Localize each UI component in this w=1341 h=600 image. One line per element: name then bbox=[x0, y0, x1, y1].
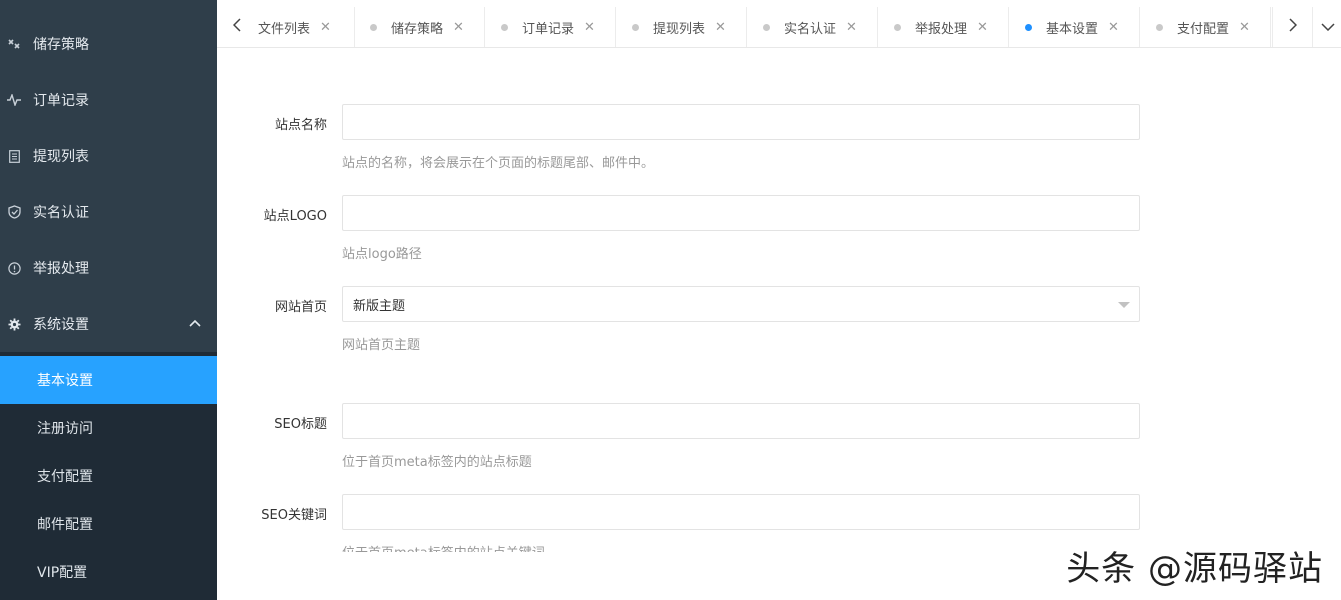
close-icon[interactable]: ✕ bbox=[715, 20, 726, 35]
sidebar-item-label: 提现列表 bbox=[33, 149, 89, 165]
tabs-scroll-left-button[interactable] bbox=[217, 7, 257, 47]
chevron-right-icon bbox=[1288, 18, 1297, 36]
seo-keywords-input[interactable] bbox=[342, 494, 1140, 530]
tab-label: 支付配置 bbox=[1177, 21, 1230, 37]
chevron-left-icon bbox=[232, 18, 241, 36]
home-page-select[interactable]: 新版主题 bbox=[342, 286, 1140, 322]
seo-keywords-help: 位于首页meta标签内的站点关键词 bbox=[342, 542, 742, 552]
seo-title-help: 位于首页meta标签内的站点标题 bbox=[342, 455, 532, 470]
sidebar-item-storage-strategy[interactable]: 储存策略 bbox=[0, 16, 217, 72]
seo-keywords-help-clip: 位于首页meta标签内的站点关键词 bbox=[342, 540, 742, 552]
tab-label: 举报处理 bbox=[915, 21, 968, 37]
tab-reports[interactable]: 举报处理 ✕ bbox=[879, 7, 1009, 47]
submenu-item-mail-config[interactable]: 邮件配置 bbox=[0, 500, 217, 548]
site-logo-input[interactable] bbox=[342, 195, 1140, 231]
system-settings-submenu: 基本设置 注册访问 支付配置 邮件配置 VIP配置 bbox=[0, 352, 217, 600]
tab-dot bbox=[1156, 23, 1163, 31]
home-page-help: 网站首页主题 bbox=[342, 338, 421, 353]
sidebar-item-label: 举报处理 bbox=[33, 261, 89, 277]
close-icon[interactable]: ✕ bbox=[1108, 20, 1119, 35]
chevron-up-icon bbox=[189, 315, 201, 331]
submenu-item-basic-settings[interactable]: 基本设置 bbox=[0, 356, 217, 404]
sidebar-item-verification[interactable]: 实名认证 bbox=[0, 184, 217, 240]
submenu-item-label: 注册访问 bbox=[37, 421, 93, 437]
sidebar-item-system-settings[interactable]: 系统设置 bbox=[0, 296, 217, 352]
site-name-input[interactable] bbox=[342, 104, 1140, 140]
tab-bar: 文件列表 ✕ 储存策略 ✕ 订单记录 ✕ 提现列表 ✕ 实名认证 ✕ 举报处理 … bbox=[217, 0, 1341, 48]
clipboard-icon bbox=[7, 149, 21, 163]
submenu-item-label: VIP配置 bbox=[37, 565, 88, 581]
close-icon[interactable]: ✕ bbox=[977, 20, 988, 35]
tab-withdrawals[interactable]: 提现列表 ✕ bbox=[617, 7, 747, 47]
tab-dot bbox=[894, 23, 901, 31]
sidebar-item-withdrawals[interactable]: 提现列表 bbox=[0, 128, 217, 184]
tab-orders[interactable]: 订单记录 ✕ bbox=[486, 7, 616, 47]
sidebar-item-label: 储存策略 bbox=[33, 37, 89, 53]
close-icon[interactable]: ✕ bbox=[1239, 20, 1250, 35]
gear-icon bbox=[7, 317, 21, 331]
close-icon[interactable]: ✕ bbox=[846, 20, 857, 35]
close-icon[interactable]: ✕ bbox=[453, 20, 464, 35]
info-circle-icon bbox=[7, 261, 21, 275]
watermark: 头条 @源码驿站 bbox=[1066, 549, 1323, 589]
site-name-help: 站点的名称，将会展示在个页面的标题尾部、邮件中。 bbox=[342, 156, 655, 171]
close-icon[interactable]: ✕ bbox=[584, 20, 595, 35]
site-logo-help: 站点logo路径 bbox=[342, 247, 422, 262]
tab-label: 提现列表 bbox=[653, 21, 706, 37]
tab-dot bbox=[632, 23, 639, 31]
tab-verification[interactable]: 实名认证 ✕ bbox=[748, 7, 878, 47]
chevron-down-icon bbox=[1321, 20, 1335, 35]
tab-label: 储存策略 bbox=[391, 21, 444, 37]
home-page-label: 网站首页 bbox=[274, 300, 327, 315]
tab-file-list[interactable]: 文件列表 ✕ bbox=[258, 7, 355, 47]
submenu-item-payment-config[interactable]: 支付配置 bbox=[0, 452, 217, 500]
tab-label: 实名认证 bbox=[784, 21, 837, 37]
close-icon[interactable]: ✕ bbox=[320, 20, 331, 35]
caret-down-icon bbox=[1118, 302, 1130, 308]
submenu-item-register-access[interactable]: 注册访问 bbox=[0, 404, 217, 452]
seo-title-label: SEO标题 bbox=[274, 417, 327, 432]
tabs-scroll-right-button[interactable] bbox=[1272, 7, 1312, 47]
storage-strategy-icon bbox=[7, 37, 21, 51]
submenu-item-label: 支付配置 bbox=[37, 469, 93, 485]
tab-dot bbox=[1025, 23, 1032, 31]
tab-label: 订单记录 bbox=[522, 21, 575, 37]
site-name-label: 站点名称 bbox=[274, 118, 327, 133]
tab-payment-config[interactable]: 支付配置 ✕ bbox=[1141, 7, 1271, 47]
tab-storage-strategy[interactable]: 储存策略 ✕ bbox=[355, 7, 485, 47]
seo-keywords-label: SEO关键词 bbox=[261, 508, 327, 523]
shield-check-icon bbox=[7, 205, 21, 219]
tab-basic-settings[interactable]: 基本设置 ✕ bbox=[1010, 7, 1140, 47]
site-logo-label: 站点LOGO bbox=[263, 209, 327, 224]
submenu-item-label: 基本设置 bbox=[37, 373, 93, 389]
home-page-selected-value: 新版主题 bbox=[353, 298, 406, 314]
pulse-icon bbox=[7, 93, 21, 107]
sidebar: 储存策略 订单记录 提现列表 实名认证 举报处理 系统设置 基本设置 注册访问 … bbox=[0, 0, 217, 600]
tab-dot bbox=[370, 23, 377, 31]
tabs-more-button[interactable] bbox=[1312, 7, 1341, 47]
tab-label: 基本设置 bbox=[1046, 21, 1099, 37]
tab-label: 文件列表 bbox=[258, 21, 311, 37]
tab-dot bbox=[763, 23, 770, 31]
tab-dot bbox=[501, 23, 508, 31]
sidebar-item-reports[interactable]: 举报处理 bbox=[0, 240, 217, 296]
submenu-item-label: 邮件配置 bbox=[37, 517, 93, 533]
sidebar-item-label: 实名认证 bbox=[33, 205, 89, 221]
seo-title-input[interactable] bbox=[342, 403, 1140, 439]
sidebar-item-label: 订单记录 bbox=[33, 93, 89, 109]
sidebar-item-label: 系统设置 bbox=[33, 317, 89, 333]
submenu-item-vip-config[interactable]: VIP配置 bbox=[0, 548, 217, 596]
sidebar-item-orders[interactable]: 订单记录 bbox=[0, 72, 217, 128]
